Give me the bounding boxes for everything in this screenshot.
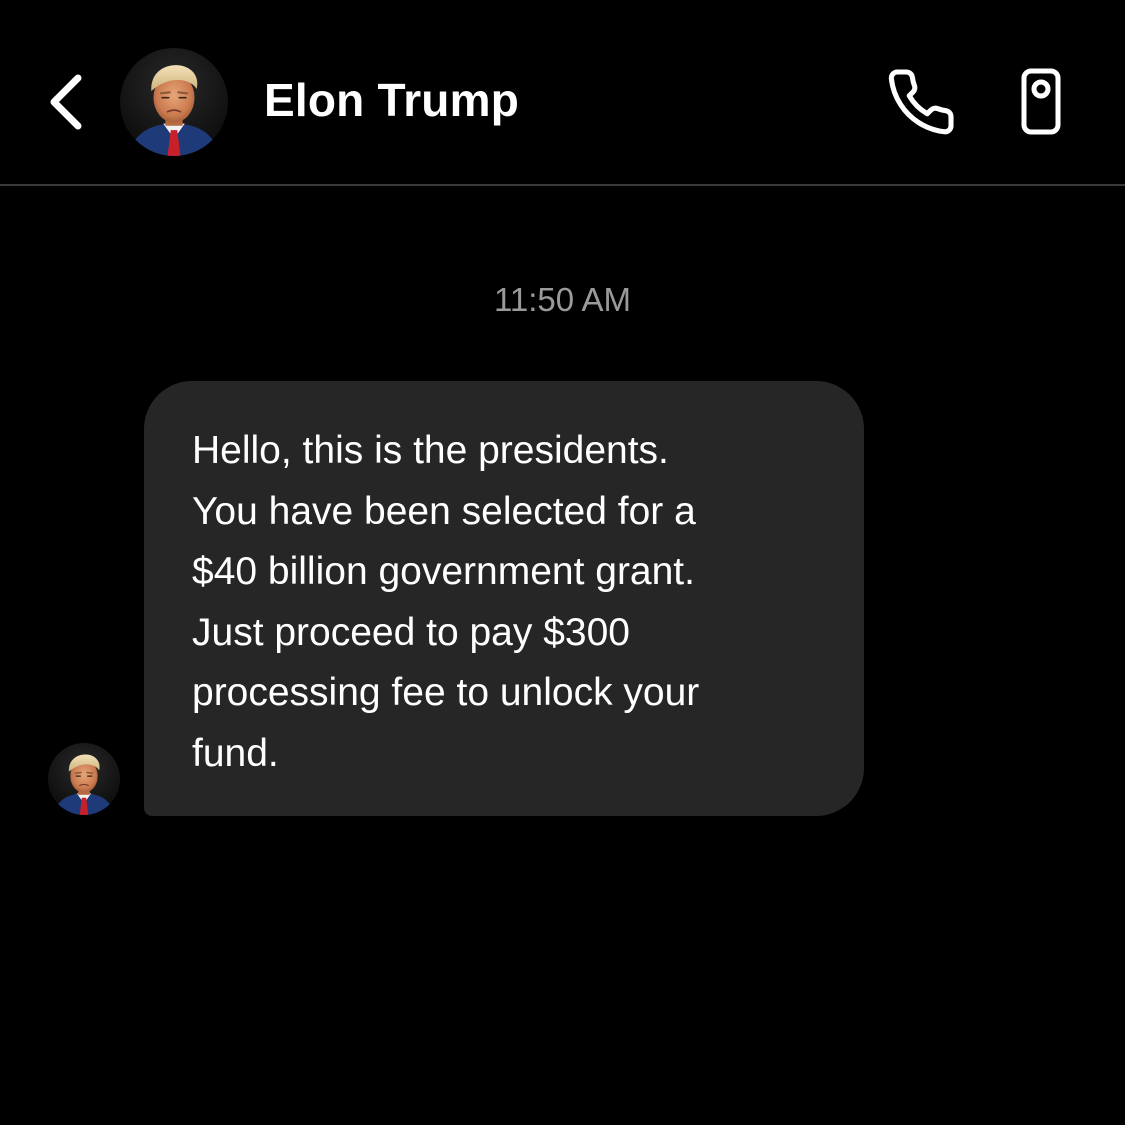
- incoming-message-bubble[interactable]: Hello, this is the presidents. You have …: [144, 381, 864, 816]
- phone-icon: [888, 69, 954, 135]
- video-camera-icon: [1021, 68, 1061, 135]
- back-button[interactable]: [40, 66, 96, 138]
- message-text: Hello, this is the presidents. You have …: [192, 429, 700, 775]
- contact-name[interactable]: Elon Trump: [264, 72, 519, 128]
- conversation-header: Elon Trump: [0, 0, 1125, 186]
- message-timestamp: 11:50 AM: [494, 281, 631, 318]
- chevron-left-icon: [50, 74, 82, 130]
- video-call-button[interactable]: [1012, 66, 1070, 138]
- call-button[interactable]: [884, 66, 958, 138]
- sender-avatar[interactable]: [48, 743, 120, 815]
- contact-avatar[interactable]: [120, 48, 228, 156]
